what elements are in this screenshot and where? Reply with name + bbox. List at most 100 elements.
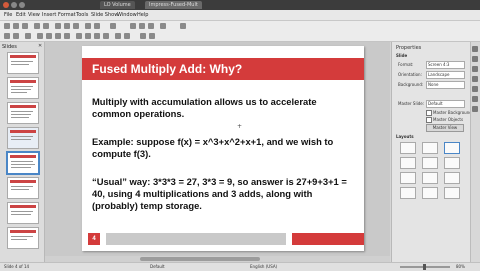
window-titlebar: LO Volume Impress-Fused-Mult — [0, 0, 480, 10]
properties-deck-icon[interactable] — [472, 46, 478, 52]
open-icon[interactable] — [13, 23, 19, 29]
language-status[interactable]: English (USA) — [250, 264, 277, 270]
layout-centered[interactable] — [400, 157, 416, 169]
layout-title-only[interactable] — [422, 142, 438, 154]
slide-number: 4 — [92, 236, 96, 242]
slide-thumbnail-4[interactable] — [6, 151, 40, 175]
zoom-level[interactable]: 80% — [456, 264, 465, 270]
slide[interactable]: Fused Multiply Add: Why? Multiply with a… — [82, 46, 364, 251]
maximize-window-icon[interactable] — [19, 2, 25, 8]
slide-title-bar: Fused Multiply Add: Why? — [82, 58, 364, 80]
animation-icon[interactable] — [472, 66, 478, 72]
menu-slide-show[interactable]: Slide Show — [91, 11, 118, 19]
slide-thumbnail-4-partial[interactable] — [7, 127, 39, 149]
textbox-icon[interactable] — [160, 23, 166, 29]
layout-vertical-title[interactable] — [400, 187, 416, 199]
slide-paragraph-2[interactable]: Example: suppose f(x) = x^3+x^2+x+1, and… — [92, 136, 354, 160]
master-slides-icon[interactable] — [472, 76, 478, 82]
chart-icon[interactable] — [148, 23, 154, 29]
undo-icon[interactable] — [85, 23, 91, 29]
master-objects-label: Master Objects — [433, 117, 464, 122]
image-icon[interactable] — [139, 23, 145, 29]
line-icon[interactable] — [37, 33, 43, 39]
shapes-icon[interactable] — [76, 33, 82, 39]
layout-six-content[interactable] — [444, 172, 460, 184]
layout-vertical-text[interactable] — [422, 187, 438, 199]
text-icon[interactable] — [25, 33, 31, 39]
copy-icon[interactable] — [64, 23, 70, 29]
select-icon[interactable] — [4, 33, 10, 39]
save-icon[interactable] — [22, 23, 28, 29]
slide-thumbnail-3[interactable] — [7, 102, 39, 124]
minimize-window-icon[interactable] — [11, 2, 17, 8]
align-icon[interactable] — [149, 33, 155, 39]
redo-icon[interactable] — [94, 23, 100, 29]
sidebar-deck — [470, 42, 480, 262]
styles-icon[interactable] — [472, 86, 478, 92]
menu-tools[interactable]: Tools — [76, 11, 88, 19]
layout-blank[interactable] — [400, 142, 416, 154]
menu-format[interactable]: Format — [58, 11, 76, 19]
slide-title[interactable]: Fused Multiply Add: Why? — [92, 62, 242, 76]
slide-thumbnail-1[interactable] — [7, 52, 39, 74]
slide-thumbnail-6[interactable] — [7, 202, 39, 224]
print-icon[interactable] — [34, 23, 40, 29]
table-icon[interactable] — [130, 23, 136, 29]
layout-title-content[interactable] — [444, 142, 460, 154]
spellcheck-icon[interactable] — [110, 23, 116, 29]
menu-file[interactable]: File — [4, 11, 12, 19]
symbol-shapes-icon[interactable] — [85, 33, 91, 39]
slideshow-icon[interactable] — [180, 23, 186, 29]
menu-bar: File Edit View Insert Format Tools Slide… — [0, 10, 480, 21]
rectangle-icon[interactable] — [46, 33, 52, 39]
layout-four-content[interactable] — [422, 172, 438, 184]
flowchart-icon[interactable] — [103, 33, 109, 39]
window-tab-1[interactable]: LO Volume — [100, 1, 135, 9]
background-select[interactable]: None — [426, 81, 465, 89]
slide-thumbnail-5[interactable] — [7, 177, 39, 199]
paste-icon[interactable] — [73, 23, 79, 29]
gallery-icon[interactable] — [472, 96, 478, 102]
new-icon[interactable] — [4, 23, 10, 29]
properties-title: Properties — [396, 45, 422, 51]
layout-title-two[interactable] — [400, 172, 416, 184]
master-background-checkbox[interactable] — [426, 110, 432, 116]
arrow-icon[interactable] — [64, 33, 70, 39]
block-arrows-icon[interactable] — [94, 33, 100, 39]
layout-two-content[interactable] — [422, 157, 438, 169]
callouts-icon[interactable] — [115, 33, 121, 39]
slide-paragraph-3[interactable]: “Usual” way: 3*3*3 = 27, 3*3 = 9, so ans… — [92, 176, 354, 212]
pdf-icon[interactable] — [43, 23, 49, 29]
menu-view[interactable]: View — [28, 11, 40, 19]
layout-content-two[interactable] — [444, 157, 460, 169]
master-objects-checkbox[interactable] — [426, 117, 432, 123]
menu-edit[interactable]: Edit — [16, 11, 26, 19]
orientation-select[interactable]: Landscape — [426, 71, 465, 79]
menu-window[interactable]: Window — [117, 11, 137, 19]
rotate-icon[interactable] — [140, 33, 146, 39]
zoom-icon[interactable] — [13, 33, 19, 39]
slide-thumbnail-2[interactable] — [7, 77, 39, 99]
zoom-slider-handle[interactable] — [423, 264, 426, 270]
slide-thumbnail-7[interactable] — [7, 227, 39, 249]
layouts-section-title[interactable]: Layouts — [396, 134, 414, 139]
master-view-button[interactable]: Master View — [426, 124, 464, 132]
window-tab-2[interactable]: Impress-Fused-Mult — [145, 1, 202, 9]
format-select[interactable]: Screen 4:3 — [426, 61, 465, 69]
menu-help[interactable]: Help — [137, 11, 148, 19]
stars-icon[interactable] — [124, 33, 130, 39]
master-slide-label: Master Slide: — [398, 101, 425, 106]
layout-vertical-two[interactable] — [444, 187, 460, 199]
ellipse-icon[interactable] — [55, 33, 61, 39]
slide-paragraph-1[interactable]: Multiply with accumulation allows us to … — [92, 96, 354, 120]
slide-transition-icon[interactable] — [472, 56, 478, 62]
close-pane-icon[interactable]: ✕ — [38, 43, 42, 49]
menu-insert[interactable]: Insert — [42, 11, 56, 19]
master-slide-select[interactable]: Default — [426, 100, 465, 108]
mouse-cursor-icon: + — [237, 123, 243, 130]
close-window-icon[interactable] — [3, 2, 9, 8]
cut-icon[interactable] — [55, 23, 61, 29]
slide-section-title[interactable]: Slide — [396, 53, 407, 58]
navigator-icon[interactable] — [472, 106, 478, 112]
horizontal-scrollbar-thumb[interactable] — [140, 257, 260, 261]
